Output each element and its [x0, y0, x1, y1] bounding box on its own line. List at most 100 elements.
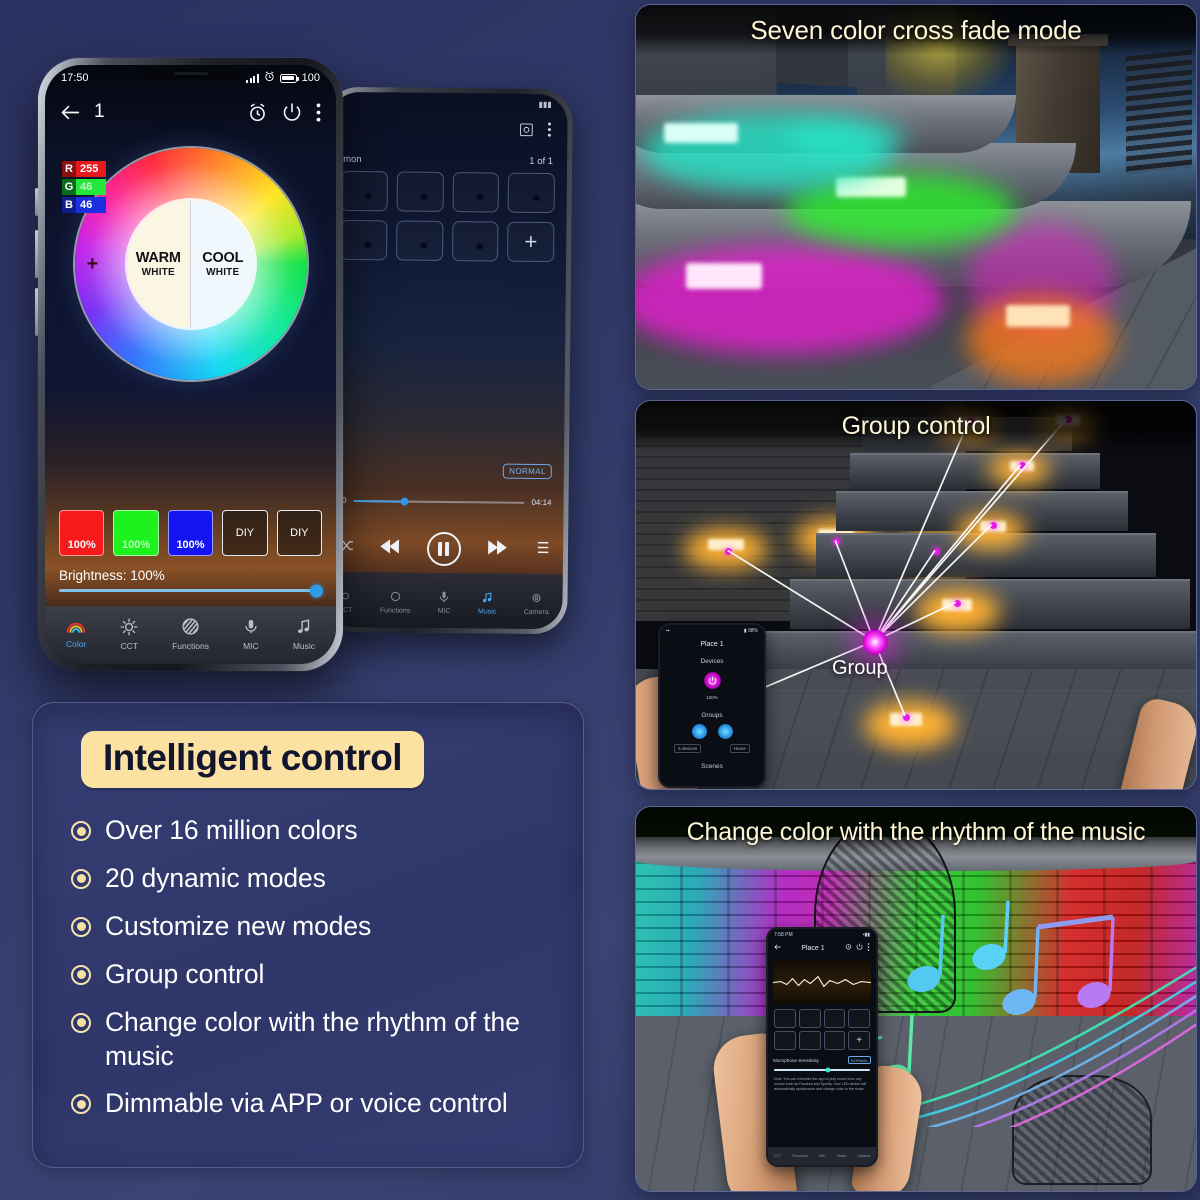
pause-icon[interactable] [426, 531, 461, 567]
palette-cell[interactable] [340, 219, 388, 261]
nav-item-music[interactable]: Music [293, 617, 315, 651]
camera-icon[interactable] [519, 122, 533, 141]
nav-label: MIC [243, 641, 259, 651]
cool-white-button[interactable]: COOL WHITE [190, 200, 255, 328]
back-arrow-icon[interactable] [60, 104, 80, 121]
palette-cell[interactable] [823, 1009, 846, 1028]
secondary-section-row: mon 1 of 1 [329, 144, 567, 171]
nav-item-mic[interactable]: MIC [243, 617, 259, 651]
nav-label: MIC [437, 607, 451, 616]
mini-status-left: 7:58 PM [774, 931, 793, 938]
nav-item-functions[interactable]: Functions [792, 1154, 808, 1158]
palette-cell[interactable] [340, 170, 388, 212]
timer-icon[interactable] [247, 102, 268, 123]
more-vertical-icon[interactable] [547, 122, 551, 142]
list-item: Dimmable via APP or voice control [71, 1087, 557, 1121]
mini-appbar-actions [845, 943, 870, 953]
palette-cell[interactable] [774, 1031, 796, 1050]
bullet-text: 20 dynamic modes [105, 862, 326, 893]
swatch-diy-1[interactable]: DIY [222, 510, 268, 556]
swatch-blue[interactable]: 100% [167, 510, 214, 556]
palette-icon [779, 1014, 790, 1023]
palette-cell[interactable] [848, 1009, 870, 1028]
group-bulb-row [660, 724, 764, 739]
group-hub-node [862, 629, 888, 655]
rewind-icon[interactable] [379, 538, 401, 559]
palette-icon [352, 230, 375, 250]
sensitivity-slider-knob[interactable] [825, 1067, 831, 1073]
nav-label: Functions [172, 641, 209, 651]
power-icon[interactable] [856, 943, 863, 953]
teal-step-light [664, 123, 738, 143]
mode-badge[interactable]: NORMAL [847, 1056, 871, 1064]
playlist-icon[interactable] [533, 541, 549, 559]
chip-device-count[interactable]: 5 devices [674, 744, 702, 753]
nav-label: Functions [379, 607, 411, 615]
palette-cell[interactable] [395, 220, 443, 261]
palette-cell[interactable] [774, 1009, 796, 1028]
warm-white-button[interactable]: WARM WHITE [126, 200, 190, 328]
nav-item-music[interactable]: Music [837, 1154, 846, 1158]
bulb-icon[interactable] [717, 724, 733, 739]
nav-item-cct[interactable]: CCT [120, 618, 138, 651]
list-item: Over 16 million colors [71, 814, 557, 848]
nav-item-functions[interactable]: Functions [379, 589, 411, 615]
palette-cell[interactable] [798, 1031, 821, 1050]
power-icon[interactable] [282, 102, 302, 122]
nav-item-mic[interactable]: MIC [438, 590, 451, 615]
fast-forward-icon[interactable] [486, 539, 508, 560]
preset-swatches: 100% 100% 100% DIY DIY [45, 510, 336, 556]
bullet-text: Over 16 million colors [105, 815, 358, 845]
orange-step-light [1006, 305, 1070, 327]
bullet-text: Dimmable via APP or voice control [105, 1088, 508, 1119]
nav-item-mic[interactable]: MIC [819, 1154, 826, 1158]
plus-icon: + [524, 228, 538, 254]
timer-icon[interactable] [845, 943, 852, 953]
palette-cell[interactable] [798, 1009, 821, 1028]
nav-item-cct[interactable]: CCT [774, 1154, 781, 1158]
palette-cell[interactable] [396, 171, 444, 212]
palette-icon [464, 182, 487, 202]
brightness-slider[interactable] [59, 584, 323, 597]
palette-icon [829, 1014, 840, 1023]
color-wheel[interactable]: + WARM WHITE COOL WHITE [74, 148, 307, 380]
add-palette-button[interactable]: + [507, 221, 555, 263]
swatch-label: 100% [122, 539, 151, 551]
secondary-seek-bar[interactable]: 00 04:14 [325, 496, 563, 507]
swatch-green[interactable]: 100% [113, 510, 159, 556]
seek-track[interactable] [353, 497, 525, 506]
palette-cell[interactable] [507, 172, 555, 214]
chip-home[interactable]: Home [729, 744, 750, 753]
music-rhythm-photo: 7:58 PM ▪▮▮ Place 1 + Microphone Sensiti… [635, 806, 1197, 1192]
palette-icon [804, 1036, 815, 1045]
secondary-mode-badge[interactable]: NORMAL [503, 463, 552, 480]
rgb-channel-value: 46 [76, 179, 106, 195]
swatch-red[interactable]: 100% [59, 510, 105, 556]
bullet-text: Customize new modes [105, 910, 372, 941]
bullet-text: Group control [105, 958, 265, 989]
bulb-icon[interactable] [691, 724, 707, 739]
nav-item-music[interactable]: Music [478, 590, 497, 616]
swatch-diy-2[interactable]: DIY [276, 510, 323, 556]
palette-cell[interactable] [823, 1031, 846, 1050]
card-title: Change color with the rhythm of the musi… [636, 807, 1196, 857]
back-arrow-icon[interactable] [774, 944, 781, 952]
palette-cell[interactable] [451, 221, 499, 262]
more-vertical-icon[interactable] [867, 943, 870, 953]
seek-knob[interactable] [400, 497, 409, 506]
swatch-label: DIY [290, 527, 309, 539]
brightness-slider-knob[interactable] [310, 584, 323, 597]
list-item: Change color with the rhythm of the musi… [71, 1006, 557, 1074]
nav-item-color[interactable]: Color [66, 620, 86, 649]
alarm-icon [264, 71, 275, 85]
warm-white-title: WARM [135, 250, 181, 266]
nav-item-camera[interactable]: Camera [858, 1154, 871, 1158]
power-icon[interactable] [703, 672, 721, 689]
palette-cell[interactable] [452, 172, 500, 213]
rgb-row-green: G 46 [62, 179, 106, 195]
nav-item-functions[interactable]: Functions [172, 617, 209, 651]
sensitivity-slider[interactable] [774, 1067, 870, 1073]
nav-item-camera[interactable]: Camera [524, 591, 549, 616]
add-palette-button[interactable]: + [848, 1031, 870, 1050]
more-vertical-icon[interactable] [316, 102, 321, 122]
